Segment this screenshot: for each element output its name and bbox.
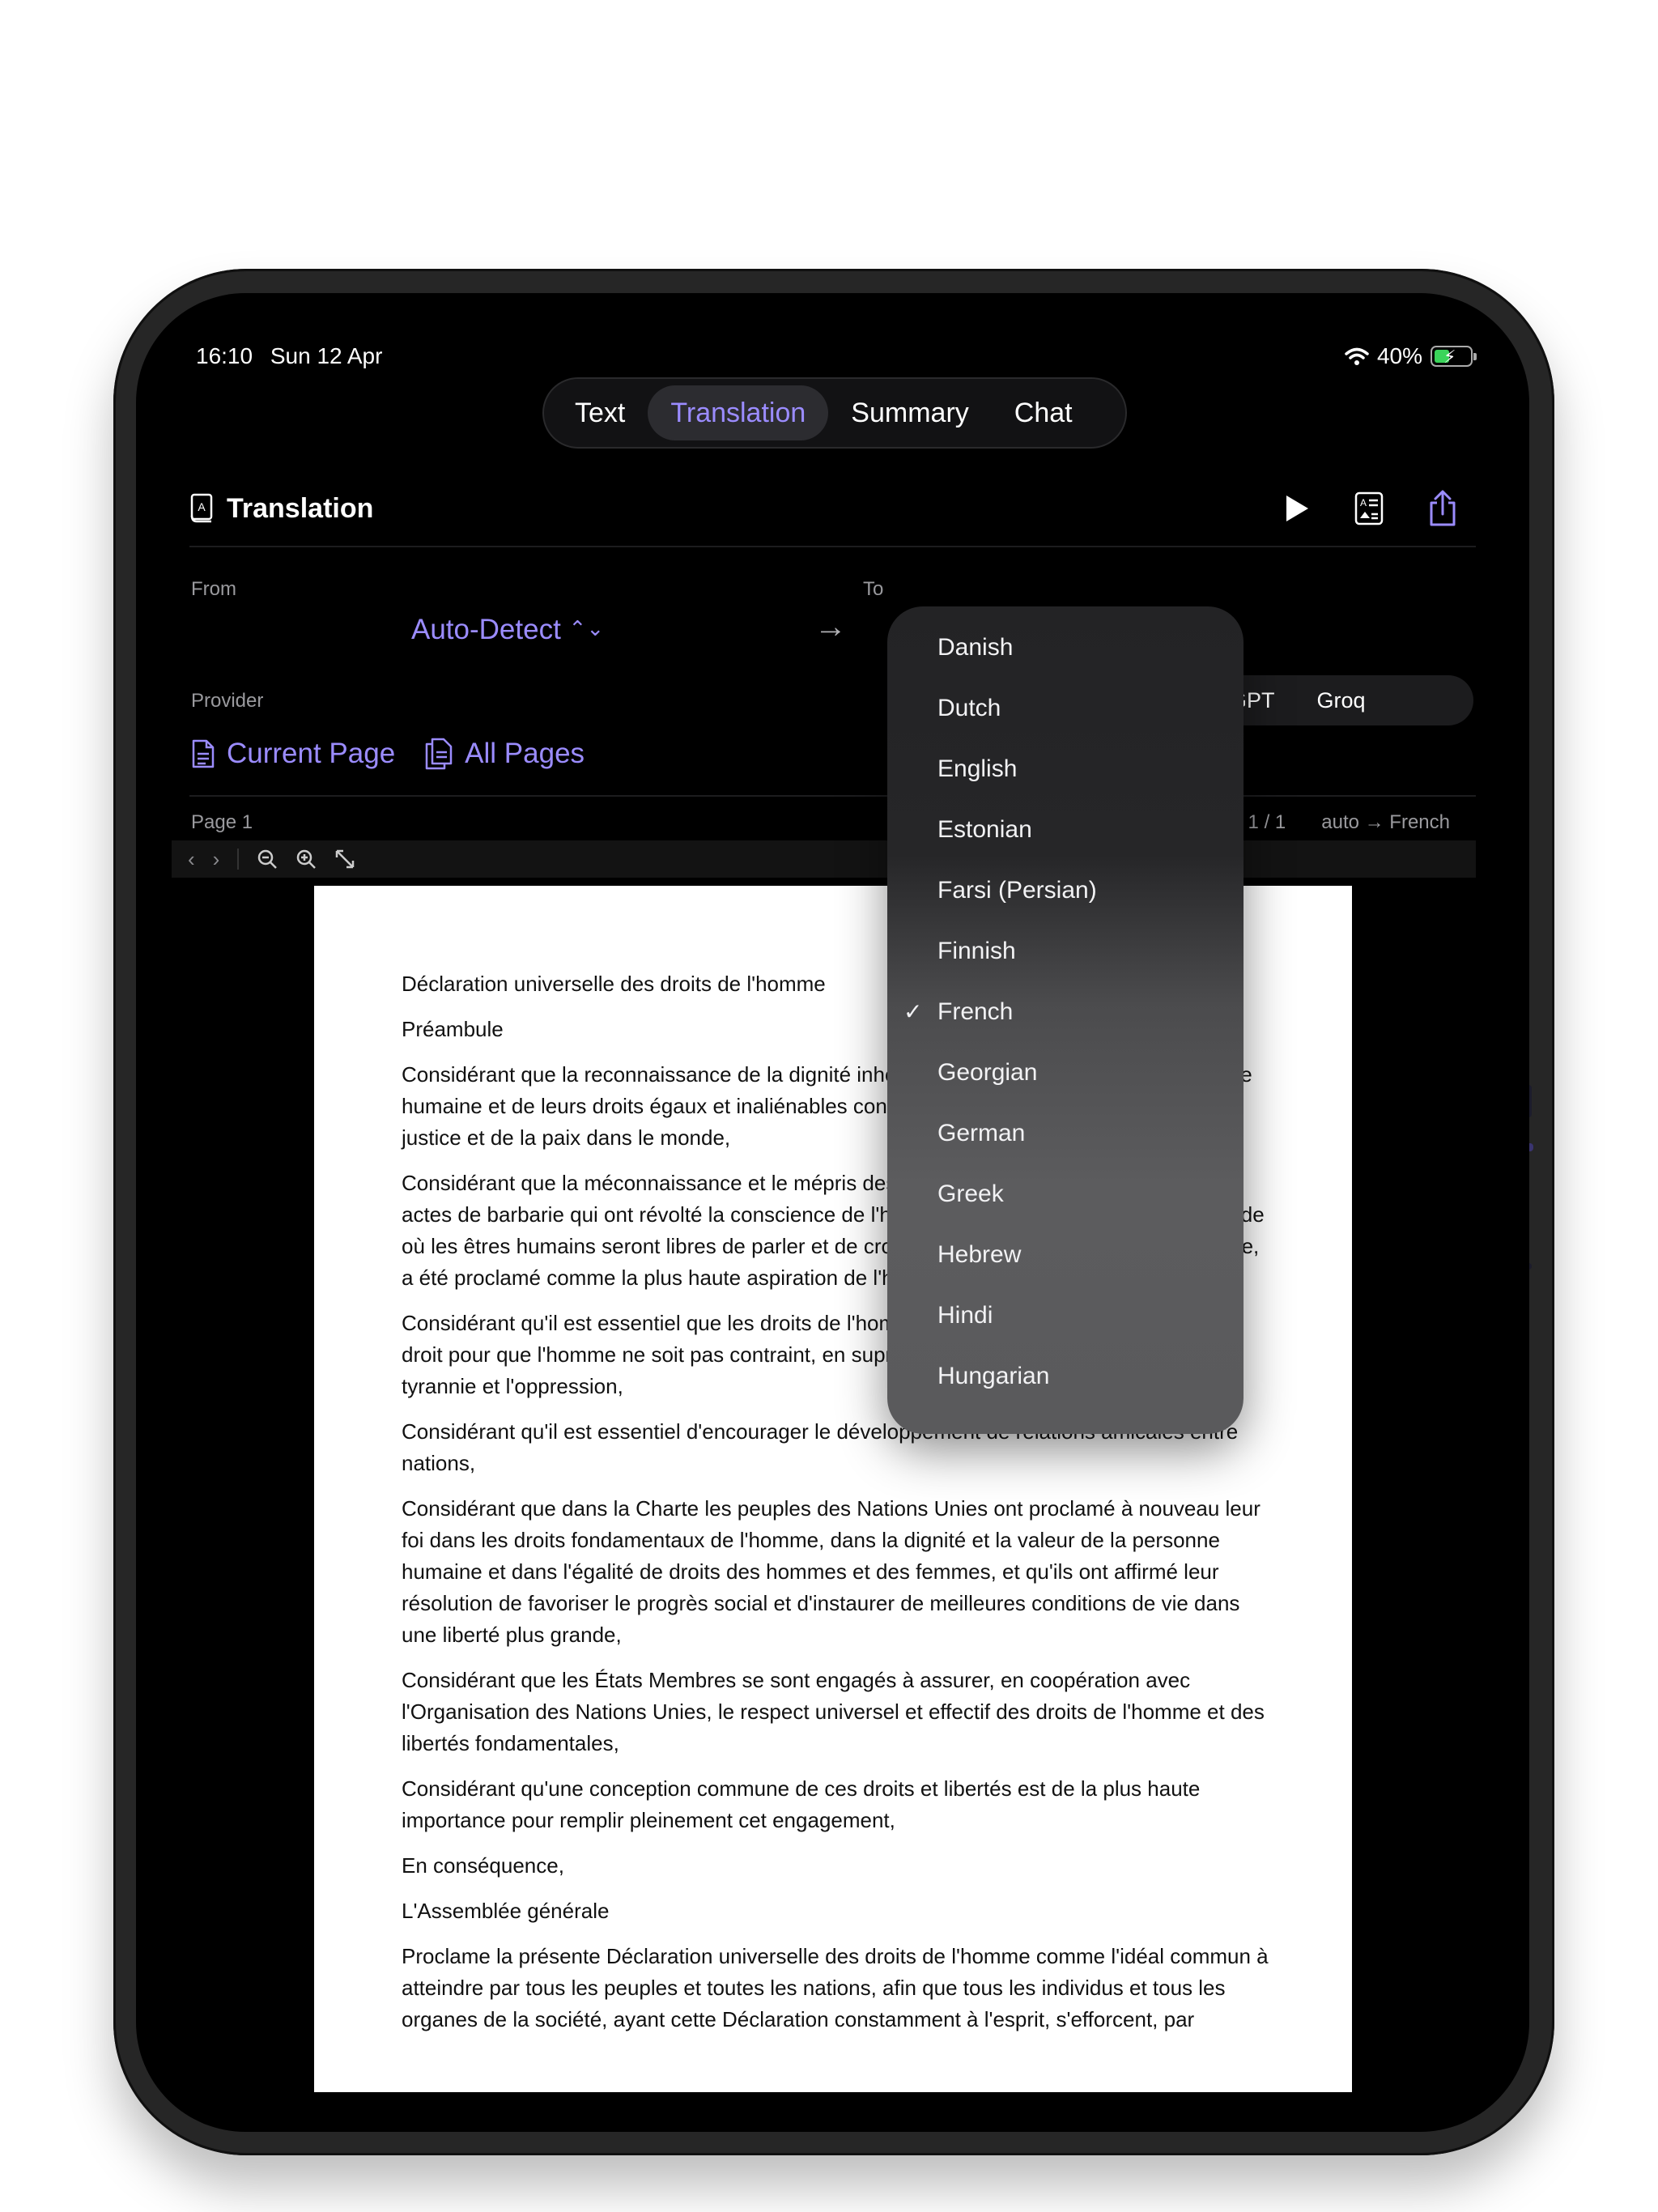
document-paragraph: Proclame la présente Déclaration univers… xyxy=(402,1944,1269,2031)
language-option[interactable]: Hungarian xyxy=(937,1363,1049,1390)
svg-text:A: A xyxy=(198,500,206,513)
language-option[interactable]: Finnish xyxy=(937,938,1016,965)
current-page-button[interactable]: Current Page xyxy=(227,738,395,770)
language-option[interactable]: French xyxy=(903,998,1014,1026)
chevron-updown-icon: ⌃⌄ xyxy=(568,616,605,640)
all-pages-button[interactable]: All Pages xyxy=(465,738,585,770)
language-option[interactable]: Farsi (Persian) xyxy=(937,877,1097,904)
panel-header: A Translation A xyxy=(189,471,1476,547)
status-date: Sun 12 Apr xyxy=(270,343,383,368)
status-bar: 16:10 Sun 12 Apr 40% ⚡ xyxy=(196,338,1477,374)
divider xyxy=(189,795,1476,797)
target-language-menu: Danish Dutch English Estonian Farsi (Persian… xyxy=(887,606,1244,1434)
tab-translation[interactable]: Translation xyxy=(648,385,829,440)
language-option[interactable]: German xyxy=(937,1120,1025,1147)
chevron-left-icon[interactable]: ‹ xyxy=(188,847,195,872)
from-label: From xyxy=(191,578,236,600)
panel-title: Translation xyxy=(227,492,374,524)
page-scope-row: Current Page All Pages xyxy=(191,737,585,771)
page-count: 1 / 1 xyxy=(1248,811,1286,833)
language-option[interactable]: Estonian xyxy=(937,816,1032,844)
language-option[interactable]: Hebrew xyxy=(937,1241,1021,1269)
battery-icon: ⚡ xyxy=(1431,346,1477,367)
document-paragraph: Considérant que dans la Charte les peupl… xyxy=(402,1496,1261,1647)
document-paragraph: En conséquence, xyxy=(402,1853,564,1878)
flashcard-icon[interactable]: A xyxy=(1354,491,1384,525)
document-paragraph: L'Assemblée générale xyxy=(402,1899,610,1923)
tab-text[interactable]: Text xyxy=(552,385,648,440)
toolbar-separator xyxy=(237,849,240,870)
provider-option-groq[interactable]: Groq xyxy=(1296,679,1387,721)
language-option[interactable]: Dutch xyxy=(937,695,1001,722)
arrow-right-icon: → xyxy=(814,609,847,644)
screen: 16:10 Sun 12 Apr 40% ⚡ Text Translation … xyxy=(136,293,1529,2132)
svg-text:A: A xyxy=(1360,497,1367,508)
page-info-right: 1 / 1 auto → French xyxy=(1248,811,1450,834)
tab-summary[interactable]: Summary xyxy=(828,385,991,440)
pages-icon xyxy=(425,738,453,770)
battery-percent: 40% xyxy=(1376,343,1422,368)
language-option[interactable]: Hindi xyxy=(937,1302,993,1329)
status-time: 16:10 xyxy=(196,343,253,368)
to-label: To xyxy=(863,578,884,600)
language-option[interactable]: Georgian xyxy=(937,1059,1037,1087)
zoom-out-icon[interactable] xyxy=(257,849,278,870)
zoom-in-icon[interactable] xyxy=(295,849,317,870)
source-language-picker[interactable]: Auto-Detect ⌃⌄ xyxy=(411,614,604,646)
tab-chat[interactable]: Chat xyxy=(992,385,1095,440)
translation-direction: auto → French xyxy=(1321,811,1450,833)
play-icon[interactable] xyxy=(1283,493,1311,524)
mode-tabs: Text Translation Summary Chat xyxy=(542,377,1127,449)
book-icon: A xyxy=(190,493,213,523)
expand-icon[interactable] xyxy=(334,849,355,870)
provider-label: Provider xyxy=(191,690,264,712)
document-paragraph: Considérant qu'une conception commune de… xyxy=(402,1776,1201,1832)
chevron-right-icon[interactable]: › xyxy=(213,847,220,872)
page-icon xyxy=(192,739,215,768)
page-number-label: Page 1 xyxy=(191,811,253,833)
share-icon[interactable] xyxy=(1427,490,1458,527)
language-option[interactable]: Greek xyxy=(937,1180,1004,1208)
language-option[interactable]: Danish xyxy=(937,634,1013,661)
language-option[interactable]: English xyxy=(937,755,1017,783)
viewer-toolbar: ‹ › xyxy=(172,840,1476,878)
source-language-value: Auto-Detect xyxy=(411,614,561,645)
document-paragraph: Considérant que les États Membres se son… xyxy=(402,1668,1265,1755)
wifi-icon xyxy=(1345,347,1369,365)
